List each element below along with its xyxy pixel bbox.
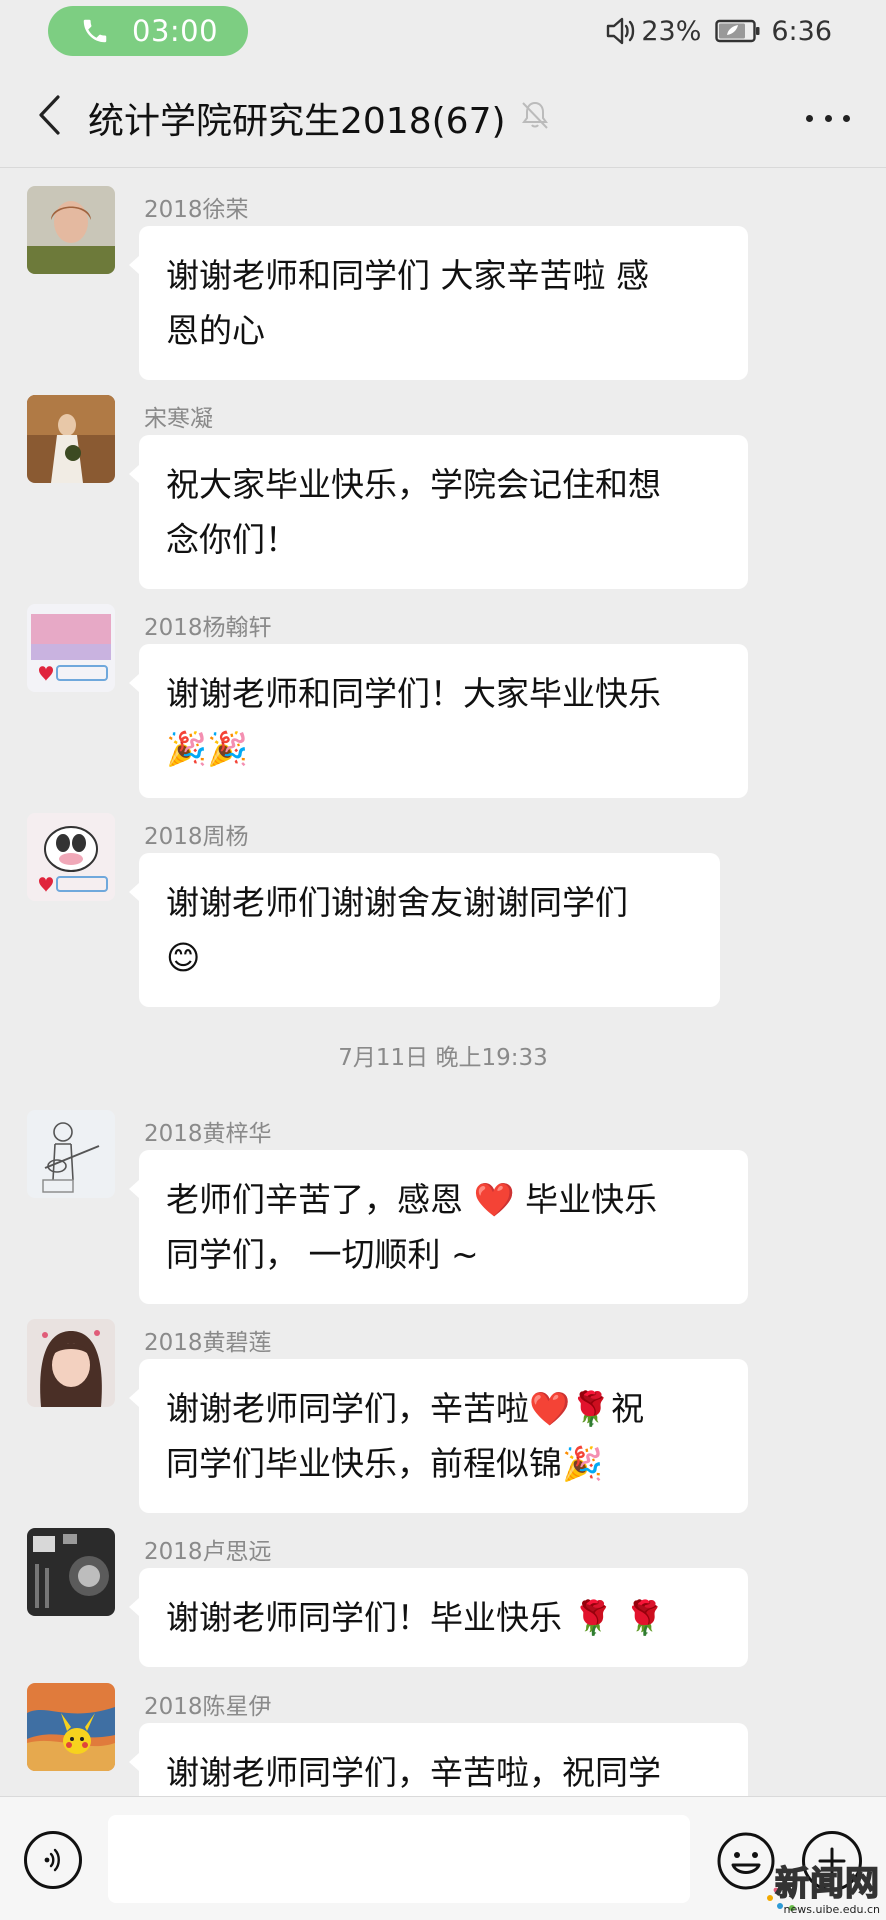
message-bubble[interactable]: 谢谢老师和同学们！大家毕业快乐 🎉🎉 [129,644,748,798]
message-bubble[interactable]: 老师们辛苦了，感恩 ❤️ 毕业快乐 同学们， 一切顺利 ~ [129,1150,748,1304]
uibe-cartoon-avatar-icon [27,813,115,901]
avatar[interactable] [27,186,115,274]
portrait-avatar-icon [27,186,115,274]
message-line: 谢谢老师同学们，辛苦啦，祝同学 [166,1753,661,1792]
dot-icon [843,114,850,122]
watermark-url: news.uibe.edu.cn [783,1903,880,1916]
sender-name: 2018徐荣 [144,197,249,223]
call-timer: 03:00 [132,14,219,48]
chat-input-bar [0,1796,886,1920]
message-line: 谢谢老师同学们，辛苦啦❤️🌹祝 [166,1389,645,1428]
avatar[interactable] [27,1528,115,1616]
avatar[interactable] [27,395,115,483]
back-button[interactable] [24,90,74,140]
sender-name: 2018陈星伊 [144,1694,272,1720]
message-line: 🎉🎉 [166,729,249,768]
sender-name: 2018黄碧莲 [144,1330,272,1356]
chat-title: 统计学院研究生2018(67) [88,101,506,142]
message-line: 谢谢老师和同学们！大家毕业快乐 [166,674,661,713]
chevron-left-icon [39,95,60,135]
avatar[interactable] [27,1683,115,1771]
avatar[interactable] [27,813,115,901]
message-line: 恩的心 [166,311,265,350]
sender-name: 2018卢思远 [144,1539,272,1565]
message-line: 祝大家毕业快乐，学院会记住和想 [166,465,661,504]
muted-bell-icon [522,101,548,129]
monochrome-avatar-icon [27,1528,115,1616]
dot-icon [806,114,813,122]
voice-wave-icon [44,1848,60,1872]
more-options-button[interactable] [798,98,858,138]
pikachu-avatar-icon [27,1683,115,1771]
sender-name: 2018黄梓华 [144,1121,272,1147]
message-bubble[interactable]: 谢谢老师们谢谢舍友谢谢同学们 😊 [129,853,720,1007]
avatar[interactable] [27,1319,115,1407]
chat-header: 统计学院研究生2018(67) [0,62,886,168]
avatar[interactable] [27,604,115,692]
news-site-watermark: 新闻网 news.uibe.edu.cn [762,1856,882,1916]
bride-avatar-icon [27,395,115,483]
voice-input-button[interactable] [24,1831,82,1889]
time-divider: 7月11日 晚上19:33 [338,1045,548,1071]
message-line: 谢谢老师和同学们 大家辛苦啦 感 [166,256,649,295]
message-line: 😊 [166,938,201,977]
battery-icon [715,19,760,43]
message-line: 同学们毕业快乐，前程似锦🎉 [166,1444,604,1483]
message-line: 同学们， 一切顺利 ~ [166,1235,479,1274]
speaker-icon [607,17,635,45]
guitar-sketch-avatar-icon [27,1110,115,1198]
battery-percent: 23% [641,15,702,47]
message-bubble[interactable]: 谢谢老师同学们，辛苦啦❤️🌹祝 同学们毕业快乐，前程似锦🎉 [129,1359,748,1513]
sender-name: 2018周杨 [144,824,249,850]
message-line: 谢谢老师同学们！毕业快乐 🌹 🌹 [166,1598,666,1637]
message-text-input[interactable] [108,1815,690,1903]
status-bar: 03:00 23% 6:36 [0,0,886,62]
message-line: 老师们辛苦了，感恩 ❤️ 毕业快乐 [166,1180,658,1219]
phone-icon [83,19,107,43]
sender-name: 2018杨翰轩 [144,615,272,641]
ongoing-call-pill[interactable]: 03:00 [48,6,248,56]
message-line: 念你们！ [166,520,298,559]
clock: 6:36 [771,15,832,47]
avatar[interactable] [27,1110,115,1198]
sender-name: 宋寒凝 [144,406,213,432]
status-indicators: 23% 6:36 [605,12,832,50]
dot-icon [824,114,832,122]
message-bubble[interactable]: 谢谢老师和同学们 大家辛苦啦 感 恩的心 [129,226,748,380]
message-bubble[interactable]: 祝大家毕业快乐，学院会记住和想 念你们！ [129,435,748,589]
girl-portrait-avatar-icon [27,1319,115,1407]
uibe-badge-avatar-icon [27,604,115,692]
message-line: 谢谢老师们谢谢舍友谢谢同学们 [166,883,628,922]
message-bubble[interactable]: 谢谢老师同学们！毕业快乐 🌹 🌹 [129,1568,748,1667]
watermark-title: 新闻网 [774,1863,880,1905]
